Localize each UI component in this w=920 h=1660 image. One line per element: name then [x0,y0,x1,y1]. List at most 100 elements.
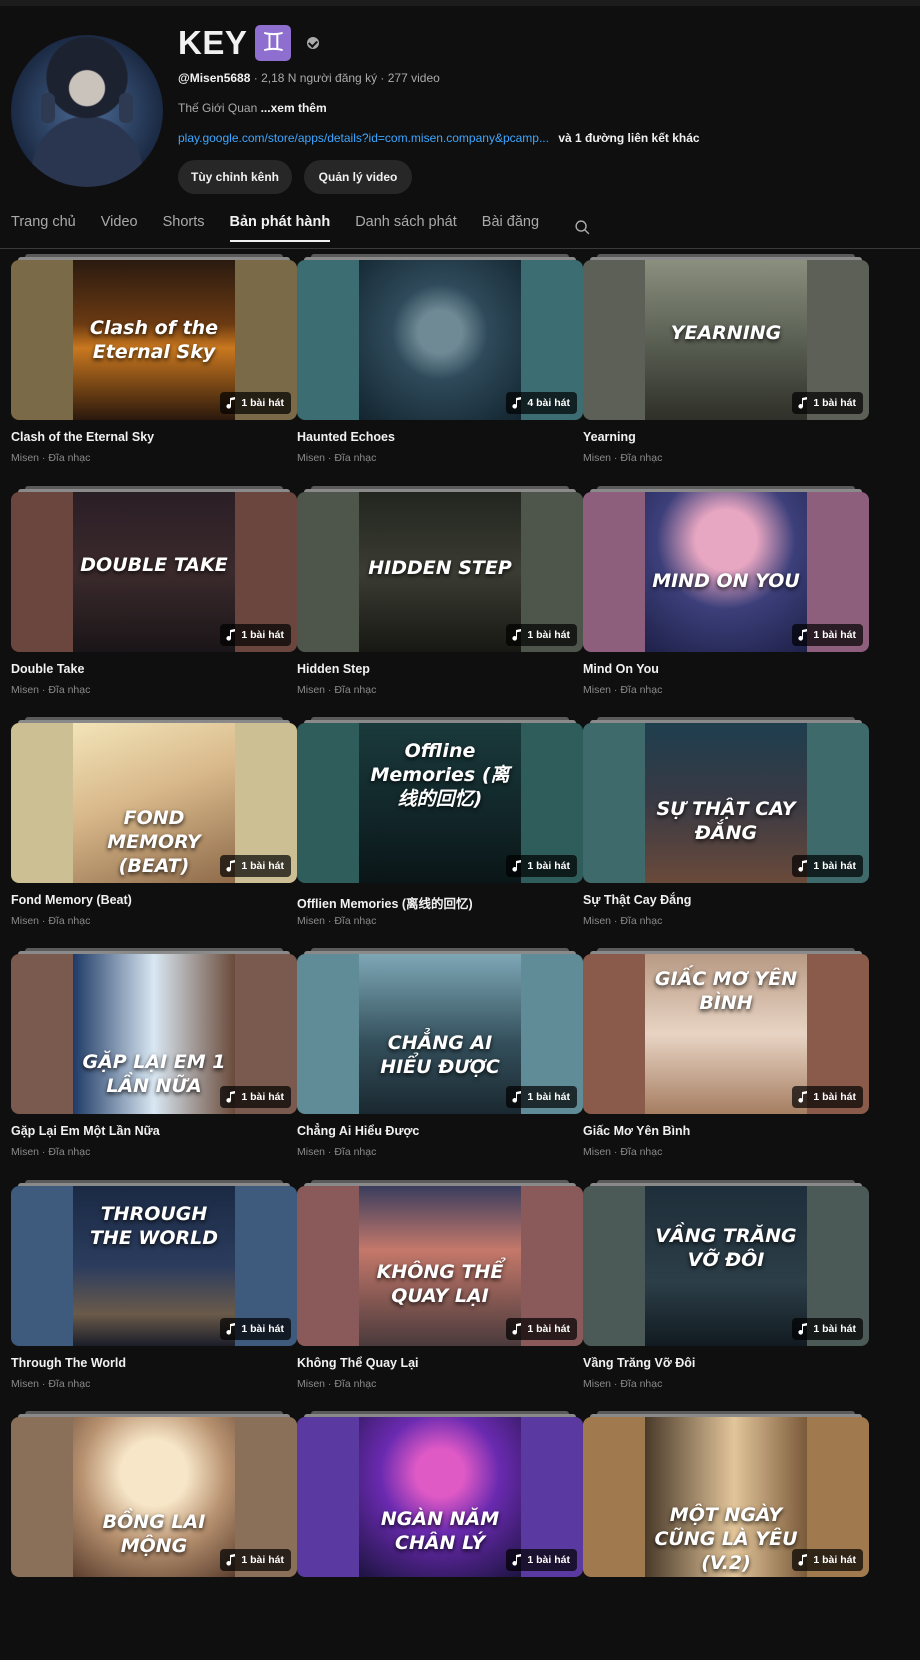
release-thumbnail[interactable]: KHÔNG THỂ QUAY LẠI 1 bài hát [297,1186,583,1346]
manage-videos-button[interactable]: Quản lý video [304,160,412,194]
release-card[interactable]: YEARNING 1 bài hát Yearning Misen · Đĩa … [583,254,869,469]
cover-title: MIND ON YOU [652,569,800,592]
track-count-badge: 4 bài hát [506,392,577,414]
music-note-icon [226,1554,236,1566]
release-card[interactable]: Clash of the Eternal Sky 1 bài hát Clash… [11,254,297,469]
track-count: 1 bài hát [527,860,570,872]
release-thumbnail[interactable]: DOUBLE TAKE 1 bài hát [11,492,297,652]
release-thumbnail[interactable]: Offline Memories (离线的回忆) 1 bài hát [297,723,583,883]
tab-videos[interactable]: Video [101,214,138,242]
release-title[interactable]: Through The World [11,1356,126,1370]
release-thumbnail[interactable]: GIẤC MƠ YÊN BÌNH 1 bài hát [583,954,869,1114]
release-subtitle: Misen · Đĩa nhạc [583,1378,663,1390]
release-card[interactable]: FOND MEMORY (BEAT) 1 bài hát Fond Memory… [11,717,297,932]
track-count-badge: 1 bài hát [220,1549,291,1571]
cover-title: GẶP LẠI EM 1 LẦN NỮA [82,1051,226,1097]
tab-playlists[interactable]: Danh sách phát [355,214,457,242]
subscriber-count: 2,18 N người đăng ký [261,71,378,85]
track-count-badge: 1 bài hát [506,855,577,877]
release-thumbnail[interactable]: THROUGH THE WORLD 1 bài hát [11,1186,297,1346]
cover-title: Offline Memories (离线的回忆) [370,740,510,810]
channel-avatar[interactable] [11,35,163,187]
album-cover: BỒNG LAI MỘNG [73,1417,235,1577]
release-thumbnail[interactable]: NGÀN NĂM CHÂN LÝ 1 bài hát [297,1417,583,1577]
release-card[interactable]: Offline Memories (离线的回忆) 1 bài hát Offli… [297,717,583,932]
release-thumbnail[interactable]: CHẲNG AI HIỂU ĐƯỢC 1 bài hát [297,954,583,1114]
release-card[interactable]: MIND ON YOU 1 bài hát Mind On You Misen … [583,486,869,701]
music-note-icon [512,629,522,641]
music-note-icon [226,629,236,641]
tab-posts[interactable]: Bài đăng [482,214,539,242]
release-card[interactable]: CHẲNG AI HIỂU ĐƯỢC 1 bài hát Chẳng Ai Hi… [297,948,583,1163]
release-title[interactable]: Clash of the Eternal Sky [11,430,154,444]
track-count: 1 bài hát [527,629,570,641]
tab-shorts[interactable]: Shorts [163,214,205,242]
channel-description[interactable]: Thế Giới Quan ...xem thêm [178,101,327,115]
track-count-badge: 1 bài hát [506,1318,577,1340]
release-thumbnail[interactable]: MỘT NGÀY CŨNG LÀ YÊU (V.2) 1 bài hát [583,1417,869,1577]
more-links-button[interactable]: và 1 đường liên kết khác [558,131,699,145]
release-subtitle: Misen · Đĩa nhạc [583,915,663,927]
customize-channel-button[interactable]: Tùy chỉnh kênh [178,160,292,194]
music-note-icon [226,860,236,872]
cover-title: SỰ THẬT CAY ĐẮNG [656,797,796,844]
release-title[interactable]: Double Take [11,662,84,676]
release-title[interactable]: Gặp Lại Em Một Lần Nữa [11,1124,160,1138]
release-card[interactable]: 4 bài hát Haunted Echoes Misen · Đĩa nhạ… [297,254,583,469]
release-thumbnail[interactable]: HIDDEN STEP 1 bài hát [297,492,583,652]
release-card[interactable]: KHÔNG THỂ QUAY LẠI 1 bài hát Không Thể Q… [297,1180,583,1395]
channel-meta: @Misen5688 · 2,18 N người đăng ký · 277 … [178,71,440,85]
release-thumbnail[interactable]: Clash of the Eternal Sky 1 bài hát [11,260,297,420]
track-count: 1 bài hát [241,629,284,641]
read-more-link[interactable]: ...xem thêm [261,101,327,115]
release-thumbnail[interactable]: YEARNING 1 bài hát [583,260,869,420]
release-card[interactable]: HIDDEN STEP 1 bài hát Hidden Step Misen … [297,486,583,701]
release-thumbnail[interactable]: MIND ON YOU 1 bài hát [583,492,869,652]
music-note-icon [226,397,236,409]
release-card[interactable]: DOUBLE TAKE 1 bài hát Double Take Misen … [11,486,297,701]
verified-icon [307,37,320,49]
cover-title: GIẤC MƠ YÊN BÌNH [654,967,798,1014]
release-thumbnail[interactable]: BỒNG LAI MỘNG 1 bài hát [11,1417,297,1577]
release-title[interactable]: Haunted Echoes [297,430,395,444]
release-title[interactable]: Giấc Mơ Yên Bình [583,1124,690,1138]
release-card[interactable]: BỒNG LAI MỘNG 1 bài hát [11,1411,297,1626]
tab-home[interactable]: Trang chủ [11,214,76,242]
release-thumbnail[interactable]: FOND MEMORY (BEAT) 1 bài hát [11,723,297,883]
release-title[interactable]: Hidden Step [297,662,370,676]
track-count: 1 bài hát [527,1554,570,1566]
release-card[interactable]: NGÀN NĂM CHÂN LÝ 1 bài hát [297,1411,583,1626]
release-title[interactable]: Offlien Memories (离线的回忆) [297,893,473,912]
release-card[interactable]: THROUGH THE WORLD 1 bài hát Through The … [11,1180,297,1395]
release-thumbnail[interactable]: 4 bài hát [297,260,583,420]
track-count-badge: 1 bài hát [506,624,577,646]
release-title[interactable]: Không Thể Quay Lại [297,1356,419,1370]
release-card[interactable]: VẦNG TRĂNG VỠ ĐÔI 1 bài hát Vầng Trăng V… [583,1180,869,1395]
release-subtitle: Misen · Đĩa nhạc [297,452,377,464]
track-count-badge: 1 bài hát [792,624,863,646]
search-icon[interactable] [574,219,591,236]
album-cover: CHẲNG AI HIỂU ĐƯỢC [359,954,521,1114]
album-cover: SỰ THẬT CAY ĐẮNG [645,723,807,883]
release-thumbnail[interactable]: VẦNG TRĂNG VỠ ĐÔI 1 bài hát [583,1186,869,1346]
release-title[interactable]: Vầng Trăng Vỡ Đôi [583,1356,695,1370]
release-title[interactable]: Yearning [583,430,636,444]
external-link[interactable]: play.google.com/store/apps/details?id=co… [178,131,549,145]
release-card[interactable]: GẶP LẠI EM 1 LẦN NỮA 1 bài hát Gặp Lại E… [11,948,297,1163]
release-title[interactable]: Fond Memory (Beat) [11,893,132,907]
release-card[interactable]: GIẤC MƠ YÊN BÌNH 1 bài hát Giấc Mơ Yên B… [583,948,869,1163]
tab-releases[interactable]: Bản phát hành [229,214,330,242]
release-thumbnail[interactable]: GẶP LẠI EM 1 LẦN NỮA 1 bài hát [11,954,297,1114]
track-count-badge: 1 bài hát [506,1086,577,1108]
release-card[interactable]: MỘT NGÀY CŨNG LÀ YÊU (V.2) 1 bài hát [583,1411,869,1626]
release-thumbnail[interactable]: SỰ THẬT CAY ĐẮNG 1 bài hát [583,723,869,883]
track-count: 1 bài hát [813,1323,856,1335]
music-note-icon [512,1554,522,1566]
release-title[interactable]: Chẳng Ai Hiểu Được [297,1124,419,1138]
release-title[interactable]: Mind On You [583,662,659,676]
release-title[interactable]: Sự Thật Cay Đắng [583,893,691,907]
release-card[interactable]: SỰ THẬT CAY ĐẮNG 1 bài hát Sự Thật Cay Đ… [583,717,869,932]
track-count-badge: 1 bài hát [220,392,291,414]
channel-handle: @Misen5688 [178,71,251,85]
cover-title: DOUBLE TAKE [80,553,228,576]
